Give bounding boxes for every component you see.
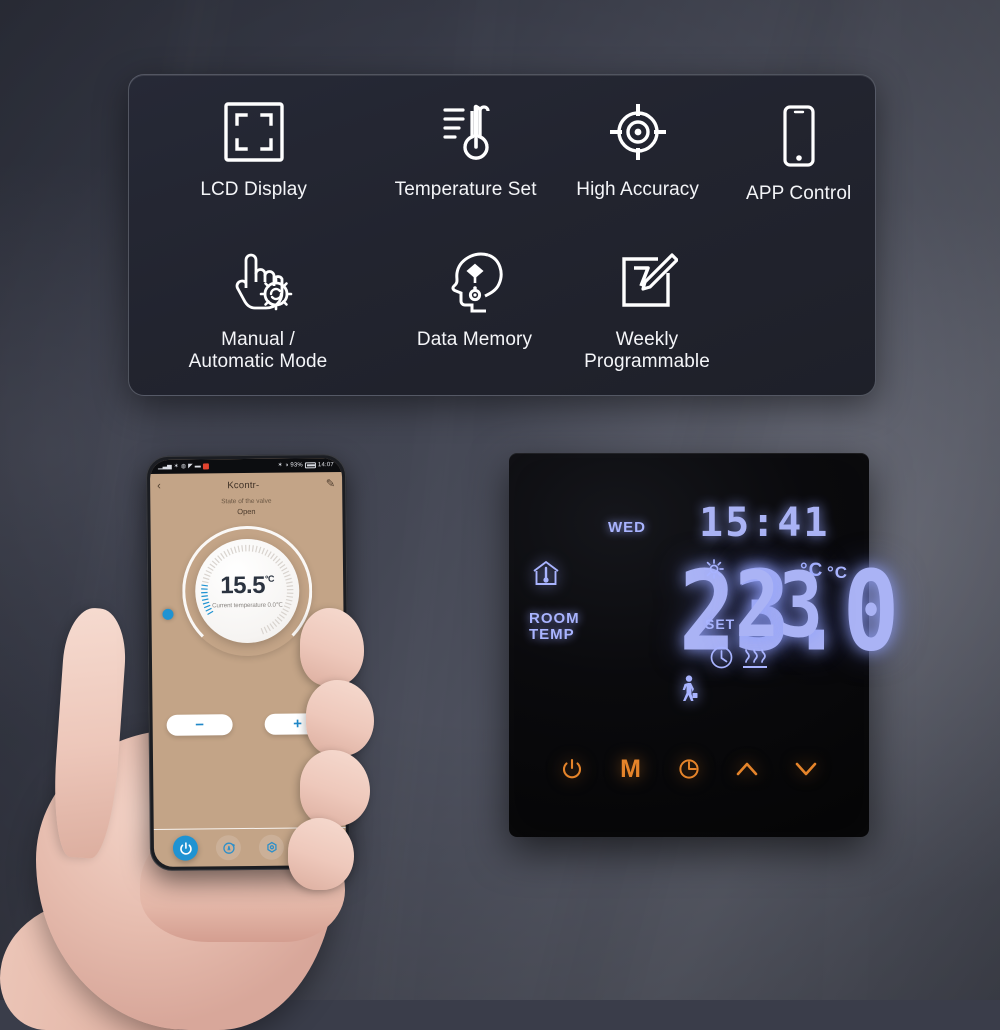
minus-icon: −: [195, 717, 204, 732]
alarm-icon: ◍: [181, 464, 186, 470]
index-finger: [300, 608, 364, 686]
hand-gear-icon: [222, 243, 294, 321]
calendar-pencil-icon: [616, 243, 678, 321]
lcd-day-label: WED: [608, 519, 646, 536]
lcd-room-temp-label: ROOM TEMP: [529, 611, 580, 643]
hand-holding-phone: ▁▃▅ ✶ ◍ ◤ ▬ ✶ ◑ 93% 14:07 ‹ Kcontr-: [0, 430, 420, 1000]
app-title: Kcontr-: [227, 479, 259, 490]
lcd-set-temp-unit: °C: [827, 563, 848, 583]
auto-cycle-button[interactable]: [216, 835, 241, 860]
dial-tick-marks: [199, 543, 296, 640]
middle-finger: [306, 680, 374, 756]
ring-finger: [300, 750, 370, 826]
bluetooth-active-icon: ✶: [278, 463, 283, 469]
signal-bars-icon: ▁▃▅: [158, 464, 172, 470]
house-thermometer-icon: [531, 559, 561, 592]
mode-button-glyph: M: [620, 757, 641, 782]
thermostat-device: WED 15:41 23.0 °C ROOM TEMP 23 °C SET: [509, 453, 869, 837]
thermostat-lcd-screen: WED 15:41 23.0 °C ROOM TEMP 23 °C SET: [509, 453, 869, 837]
thermostat-touch-button-row: M: [509, 749, 869, 789]
thermometer-icon: [435, 93, 497, 171]
app-navigation-bar: ‹ Kcontr- ✎: [150, 472, 342, 498]
wifi-icon: ◤: [188, 464, 193, 470]
power-toggle[interactable]: [173, 836, 198, 861]
dial-face: 15.5 °C Current temperature 0.0℃: [195, 538, 300, 643]
mute-icon: ◑: [285, 463, 289, 469]
valve-status-value: Open: [150, 506, 342, 517]
little-finger: [288, 818, 354, 890]
feature-manual-automatic-mode: Manual / Automatic Mode: [129, 243, 387, 373]
clock-icon: [709, 645, 734, 675]
feature-label: Weekly Programmable: [584, 329, 710, 373]
lcd-set-label: SET: [705, 616, 735, 632]
feature-app-control: APP Control: [722, 93, 875, 205]
statusbar-time: 14:07: [318, 462, 334, 468]
feature-temperature-set: Temperature Set: [378, 93, 553, 205]
up-button[interactable]: [727, 749, 767, 789]
feature-label: High Accuracy: [576, 179, 699, 201]
pencil-icon[interactable]: ✎: [326, 479, 335, 490]
lcd-display-icon: [222, 93, 286, 171]
power-button[interactable]: [552, 749, 592, 789]
valve-status-label: State of the valve: [150, 497, 342, 506]
battery-icon: [305, 462, 316, 468]
vpn-icon: ▬: [195, 463, 201, 469]
smartphone-icon: [779, 97, 819, 175]
head-memory-icon: [444, 243, 506, 321]
timer-button[interactable]: [669, 749, 709, 789]
sun-icon: [704, 559, 724, 584]
feature-high-accuracy: High Accuracy: [553, 93, 723, 205]
statusbar-left-icons: ▁▃▅ ✶ ◍ ◤ ▬: [158, 463, 209, 470]
statusbar-right-icons: ✶ ◑ 93% 14:07: [278, 462, 334, 469]
feature-lcd-display: LCD Display: [129, 93, 378, 205]
bluetooth-icon: ✶: [174, 464, 179, 470]
recording-indicator-icon: [203, 463, 209, 469]
feature-weekly-programmable: Weekly Programmable: [562, 243, 732, 373]
feature-row-1: LCD Display Temperature Set: [129, 93, 875, 205]
feature-row-2: Manual / Automatic Mode Data Memory: [129, 243, 875, 373]
crosshair-target-icon: [607, 93, 669, 171]
feature-label: APP Control: [746, 183, 851, 205]
lcd-clock: 15:41: [699, 500, 829, 546]
feature-label: Manual / Automatic Mode: [189, 329, 328, 373]
valve-status-block: State of the valve Open: [150, 497, 342, 517]
decrease-temp-button[interactable]: −: [167, 714, 233, 736]
dial-knob-handle[interactable]: [162, 609, 173, 620]
feature-panel: LCD Display Temperature Set: [128, 74, 876, 396]
battery-percent: 93%: [290, 462, 303, 468]
feature-label: LCD Display: [200, 179, 307, 201]
settings-button[interactable]: [259, 835, 284, 860]
lcd-set-temperature: 23: [735, 553, 822, 658]
heat-waves-icon: [741, 648, 769, 677]
walking-person-icon: [677, 675, 701, 710]
feature-label: Temperature Set: [395, 179, 537, 201]
feature-label: Data Memory: [417, 329, 532, 351]
mode-button[interactable]: M: [611, 749, 651, 789]
down-button[interactable]: [786, 749, 826, 789]
chevron-left-icon[interactable]: ‹: [157, 480, 161, 491]
feature-data-memory: Data Memory: [387, 243, 562, 373]
plus-icon: +: [293, 716, 302, 731]
